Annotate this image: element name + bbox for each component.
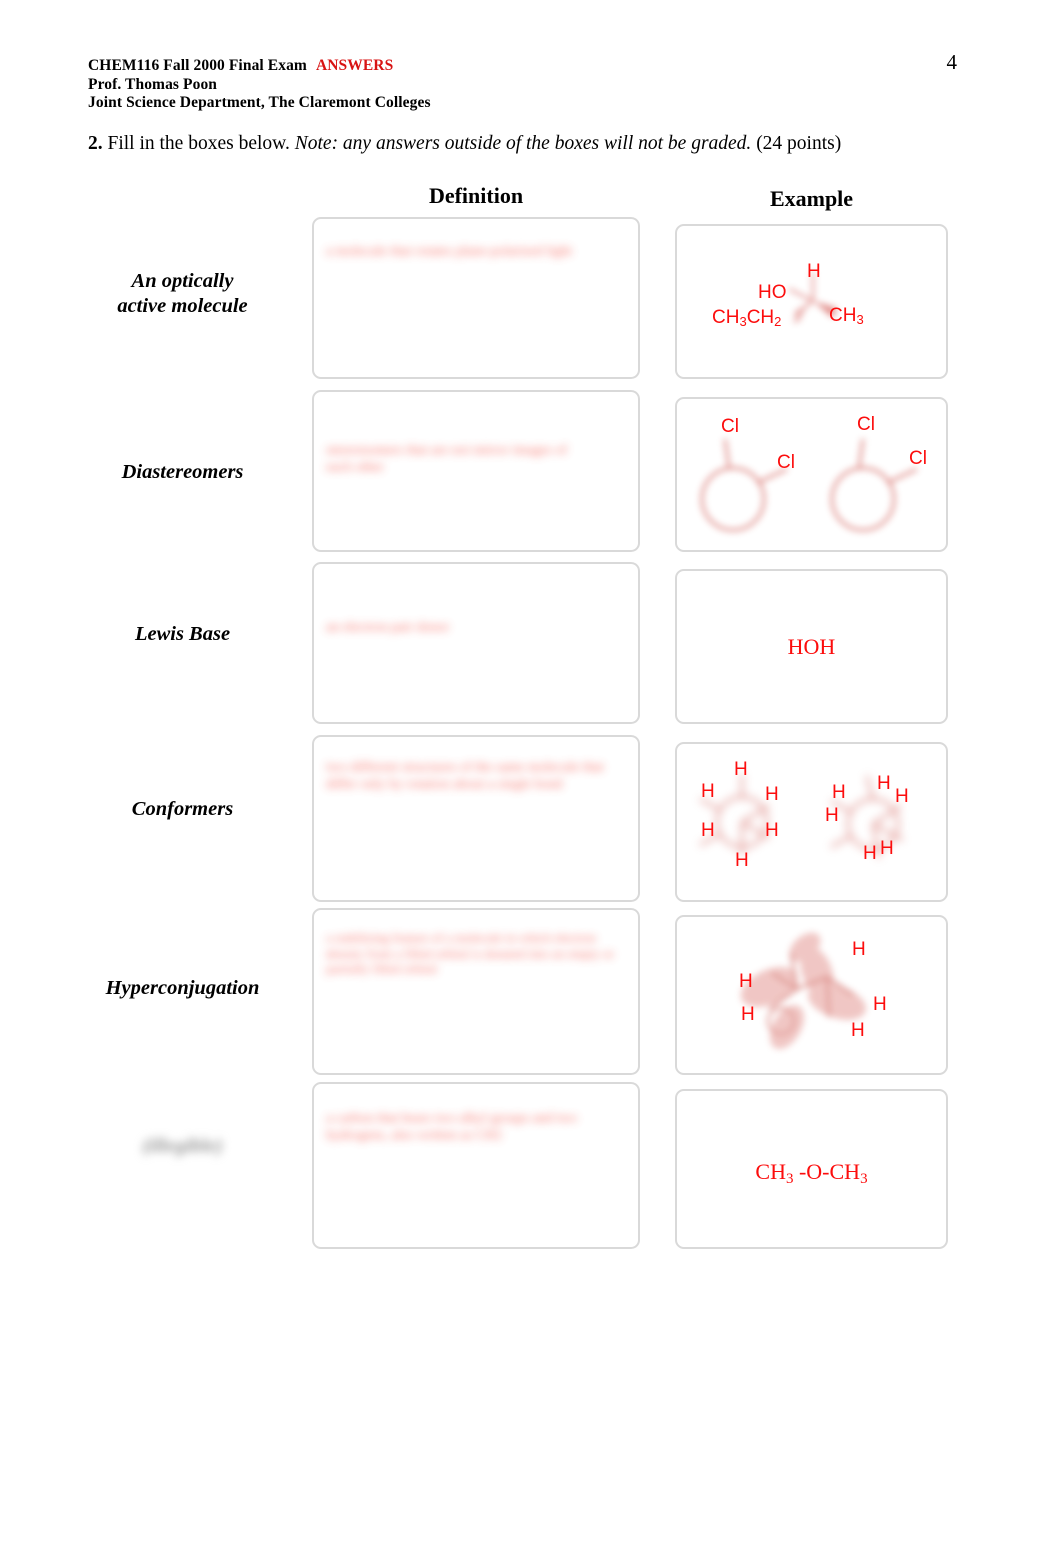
atom-label-h: H [863, 843, 877, 864]
molecule-optically-active: H HO CH3CH2 CH3 [677, 226, 946, 377]
atom-label-cl: Cl [909, 448, 927, 469]
example-cell[interactable]: H H H H H [675, 915, 948, 1075]
molecule-diastereomers: Cl Cl Cl Cl [677, 399, 946, 550]
atom-label-cl: Cl [857, 414, 875, 435]
atom-label-h: H [701, 820, 715, 841]
atom-label-cl: Cl [777, 452, 795, 473]
formula-subscript: 3 [785, 1171, 794, 1187]
atom-label-ch3ch2: CH3CH2 [712, 307, 782, 329]
example-cell[interactable]: CH3 -O-CH3 [675, 1089, 948, 1249]
atom-label-h: H [807, 261, 821, 282]
definition-answer-text: stereoisomers that are not mirror images… [326, 443, 568, 475]
atom-label-h: H [701, 781, 715, 802]
definition-cell[interactable]: a stabilizing feature of a molecule in w… [312, 908, 640, 1075]
newman-projections-sketch [699, 774, 904, 859]
formula-dimethyl-ether: CH3 -O-CH3 [677, 1159, 946, 1187]
definition-cell[interactable]: stereoisomers that are not mirror images… [312, 390, 640, 552]
row-term-label: An optically active molecule [117, 270, 248, 317]
stereocenter-bonds-sketch [788, 272, 837, 324]
atom-label-h: H [832, 782, 846, 803]
definition-answer-text: a molecule that rotates plane-polarized … [326, 244, 573, 259]
atom-label-ho: HO [758, 282, 787, 303]
atom-label-h: H [852, 939, 866, 960]
atom-label-h: H [825, 805, 839, 826]
atom-label-h: H [735, 850, 749, 871]
row-term-label: Diastereomers [121, 461, 244, 483]
definition-example-table: An optically active molecule a molecule … [0, 0, 1062, 1556]
formula-part: -O-CH [793, 1159, 861, 1184]
molecule-dimethyl-ether: CH3 -O-CH3 [677, 1091, 946, 1247]
orbital-overlap-sketch [740, 932, 866, 1049]
atom-label-h: H [873, 994, 887, 1015]
formula-part: CH [755, 1159, 786, 1184]
table-row: Lewis Base an electron pair donor HOH [0, 562, 1062, 729]
definition-cell[interactable]: a molecule that rotates plane-polarized … [312, 217, 640, 379]
table-row: Conformers two different structures of t… [0, 735, 1062, 907]
definition-answer-text: an electron pair donor [326, 620, 450, 635]
definition-answer-text: a carbon that bears two alkyl groups and… [326, 1111, 578, 1143]
molecule-water: HOH [677, 571, 946, 722]
example-cell[interactable]: H H H H H H H H H H H H [675, 742, 948, 902]
atom-label-h: H [880, 838, 894, 859]
atom-label-h: H [895, 786, 909, 807]
formula-hoh: HOH [787, 634, 836, 659]
row-term-label: Hyperconjugation [105, 977, 260, 999]
atom-label-h: H [734, 759, 748, 780]
cyclohexane-rings-sketch [700, 438, 918, 532]
table-row: Diastereomers stereoisomers that are not… [0, 390, 1062, 557]
table-row: Hyperconjugation a stabilizing feature o… [0, 908, 1062, 1080]
molecule-hyperconjugation: H H H H H [677, 917, 946, 1073]
example-cell[interactable]: H HO CH3CH2 CH3 [675, 224, 948, 379]
molecule-conformers: H H H H H H H H H H H H [677, 744, 946, 900]
formula-subscript: 3 [860, 1171, 868, 1187]
definition-cell[interactable]: an electron pair donor [312, 562, 640, 724]
atom-label-h: H [765, 784, 779, 805]
definition-cell[interactable]: a carbon that bears two alkyl groups and… [312, 1082, 640, 1249]
table-row: (illegible) a carbon that bears two alky… [0, 1082, 1062, 1254]
atom-label-h: H [741, 1004, 755, 1025]
example-cell[interactable]: Cl Cl Cl Cl [675, 397, 948, 552]
definition-cell[interactable]: two different structures of the same mol… [312, 735, 640, 902]
definition-answer-text: two different structures of the same mol… [326, 760, 604, 792]
atom-label-h: H [851, 1020, 865, 1041]
atom-label-h: H [877, 773, 891, 794]
row-term-label: Lewis Base [134, 623, 231, 645]
atom-label-cl: Cl [721, 416, 739, 437]
table-row: An optically active molecule a molecule … [0, 217, 1062, 384]
atom-label-ch3: CH3 [829, 305, 864, 327]
atom-label-h: H [739, 971, 753, 992]
row-term-label: (illegible) [142, 1135, 223, 1157]
atom-label-h: H [765, 820, 779, 841]
definition-answer-text: a stabilizing feature of a molecule in w… [326, 930, 615, 976]
example-cell[interactable]: HOH [675, 569, 948, 724]
row-term-label: Conformers [131, 798, 234, 820]
